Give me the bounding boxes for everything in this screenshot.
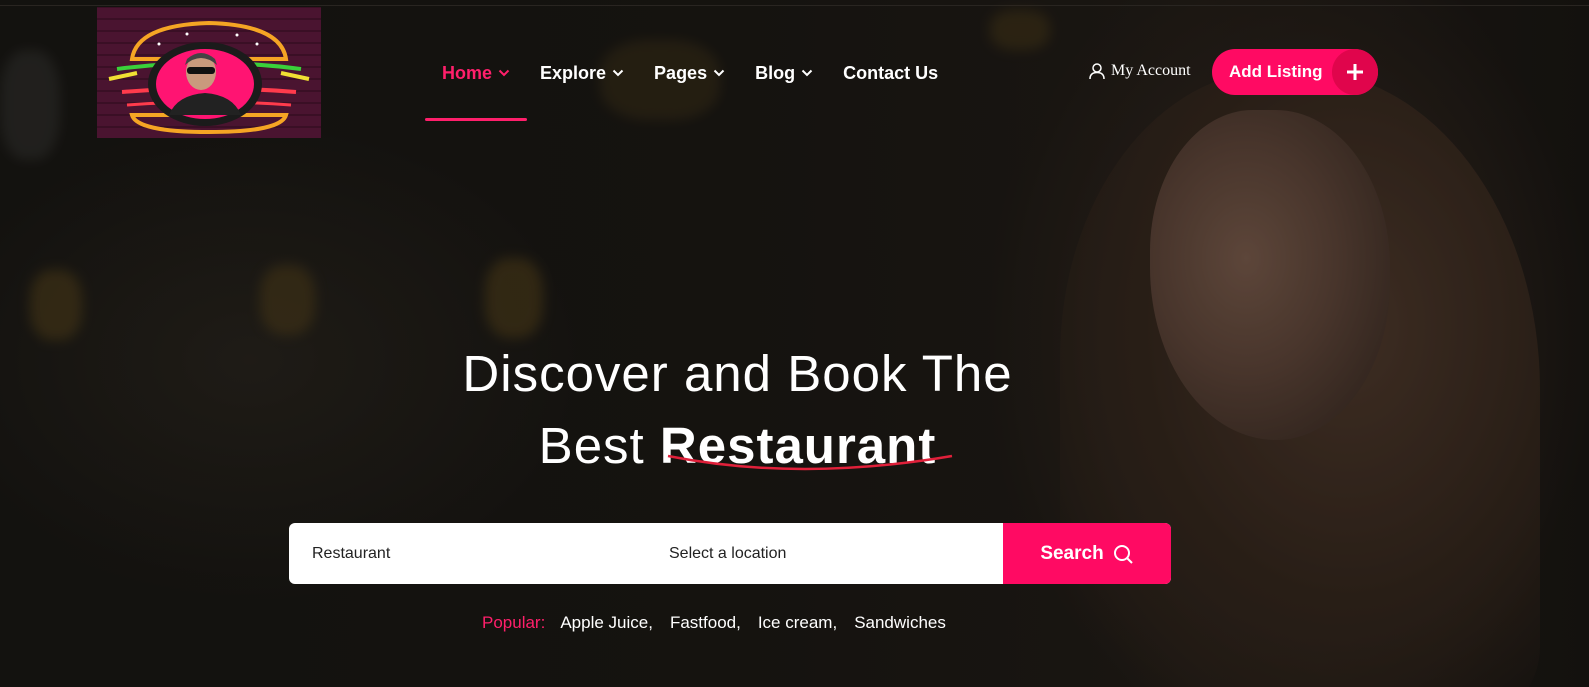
nav-item-blog[interactable]: Blog (755, 63, 813, 84)
nav-item-label: Pages (654, 62, 708, 83)
nav-item-label: Contact Us (843, 62, 939, 83)
search-button-label: Search (1040, 542, 1104, 564)
chevron-down-icon (498, 69, 510, 77)
chevron-down-icon (713, 69, 725, 77)
popular-tag-fastfood[interactable]: Fastfood, (670, 613, 741, 633)
nav-item-label: Blog (755, 62, 796, 83)
popular-tag-sandwiches[interactable]: Sandwiches (854, 613, 946, 633)
location-select[interactable]: Select a location (646, 523, 1003, 584)
nav-active-indicator (425, 118, 527, 121)
nav-item-contact[interactable]: Contact Us (843, 63, 938, 84)
keyword-input[interactable]: Restaurant (289, 523, 646, 584)
add-listing-button[interactable]: Add Listing (1212, 49, 1378, 95)
search-bar: Restaurant Select a location Search (289, 523, 1171, 584)
popular-tag-apple-juice[interactable]: Apple Juice, (560, 613, 653, 633)
plus-icon (1332, 49, 1378, 95)
my-account-link[interactable]: My Account (1088, 62, 1191, 80)
popular-label: Popular: (482, 613, 546, 632)
nav-item-pages[interactable]: Pages (654, 63, 725, 84)
nav-item-home[interactable]: Home (442, 63, 510, 84)
burger-neon-logo-icon (108, 20, 310, 135)
nav-item-explore[interactable]: Explore (540, 63, 624, 84)
popular-searches: Popular: Apple Juice, Fastfood, Ice crea… (482, 613, 963, 633)
chevron-down-icon (801, 69, 813, 77)
add-listing-label: Add Listing (1229, 62, 1323, 81)
headline-line-1: Discover and Book The (462, 345, 1013, 402)
location-value: Select a location (669, 544, 787, 562)
search-icon (1112, 543, 1134, 565)
nav-item-label: Home (442, 62, 493, 83)
main-navigation: Home Explore Pages Blog Contact Us (425, 58, 968, 88)
site-logo[interactable] (97, 7, 321, 138)
underline-swoosh-icon (667, 454, 953, 471)
keyword-value: Restaurant (312, 544, 391, 562)
user-icon (1088, 62, 1106, 80)
headline-prefix: Best (538, 417, 645, 474)
search-button[interactable]: Search (1003, 523, 1171, 584)
popular-tag-ice-cream[interactable]: Ice cream, (758, 613, 837, 633)
chevron-down-icon (612, 69, 624, 77)
my-account-label: My Account (1111, 62, 1191, 79)
nav-item-label: Explore (540, 62, 607, 83)
